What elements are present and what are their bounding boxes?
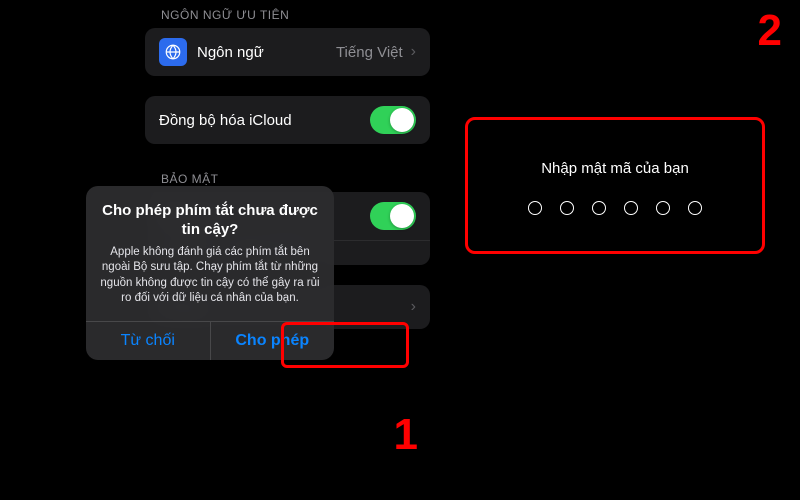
step-number-2: 2 <box>758 6 782 56</box>
passcode-dots[interactable] <box>486 201 744 215</box>
passcode-dot <box>624 201 638 215</box>
passcode-dot <box>656 201 670 215</box>
dialog-body-text: Apple không đánh giá các phím tắt bên ng… <box>100 245 320 307</box>
settings-panel: NGÔN NGỮ ƯU TIÊN Ngôn ngữ Tiếng Việt › Đ… <box>0 0 430 500</box>
passcode-panel: Nhập mật mã của bạn 2 <box>430 0 800 500</box>
dialog-overlay: Cho phép phím tắt chưa được tin cậy? App… <box>0 0 430 500</box>
deny-button[interactable]: Từ chối <box>86 322 210 360</box>
passcode-title: Nhập mật mã của bạn <box>486 160 744 177</box>
passcode-dot <box>560 201 574 215</box>
passcode-box: Nhập mật mã của bạn <box>465 117 765 254</box>
passcode-dot <box>528 201 542 215</box>
dialog-title: Cho phép phím tắt chưa được tin cậy? <box>100 202 320 240</box>
allow-button[interactable]: Cho phép <box>210 322 335 360</box>
permission-dialog: Cho phép phím tắt chưa được tin cậy? App… <box>86 186 334 360</box>
passcode-dot <box>688 201 702 215</box>
passcode-dot <box>592 201 606 215</box>
step-number-1: 1 <box>394 410 418 460</box>
